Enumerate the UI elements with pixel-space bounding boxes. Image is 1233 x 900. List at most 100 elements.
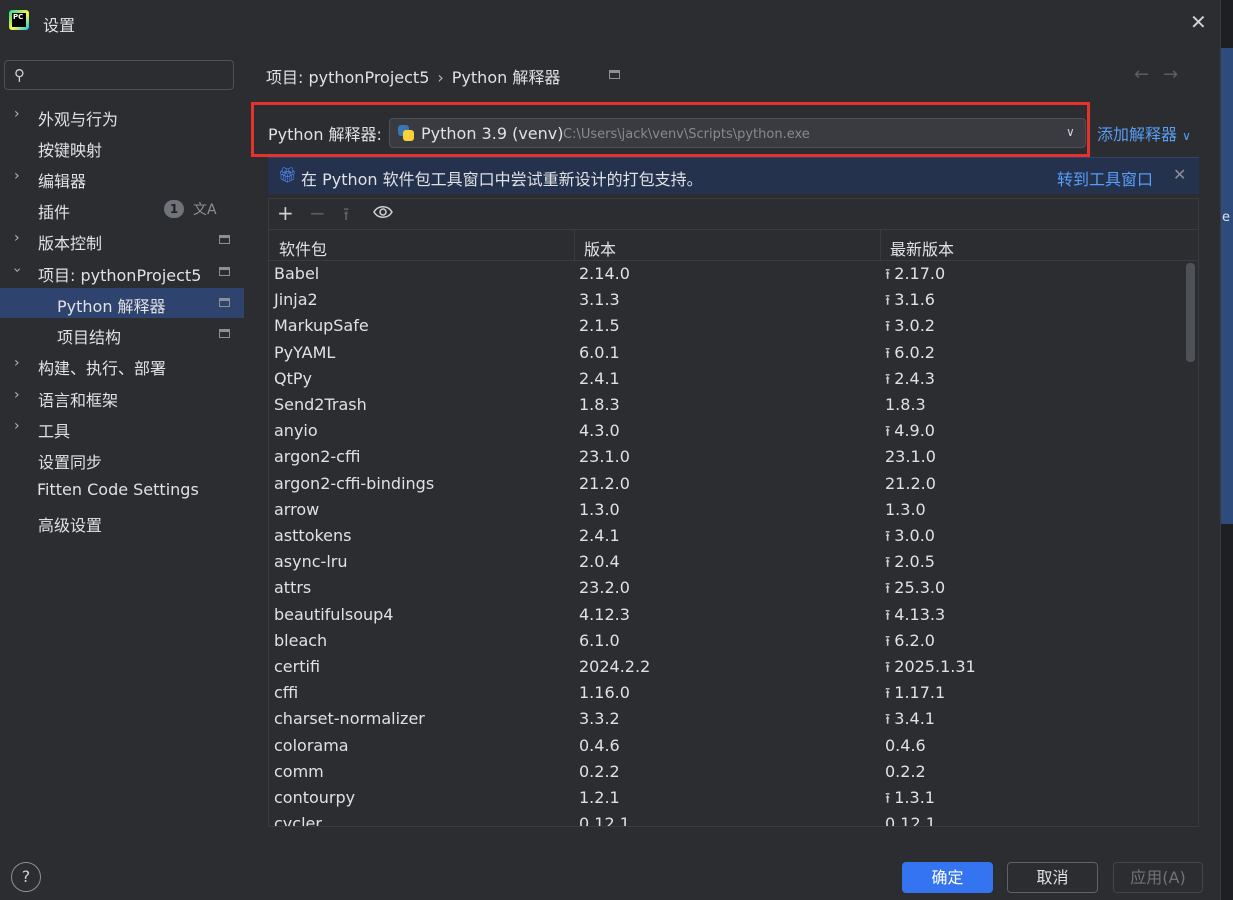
table-row[interactable]: anyio 4.3.0 ⭱ 4.9.0 bbox=[269, 418, 1184, 444]
table-row[interactable]: Jinja2 3.1.3 ⭱ 3.1.6 bbox=[269, 287, 1184, 313]
upgrade-available-icon[interactable]: ⭱ bbox=[885, 606, 890, 624]
package-latest-version: 1.8.3 bbox=[885, 395, 926, 414]
package-name: comm bbox=[274, 761, 324, 781]
remove-icon[interactable]: − bbox=[309, 201, 326, 225]
sidebar-item-project[interactable]: › 项目: pythonProject5 bbox=[0, 257, 244, 287]
table-row[interactable]: cycler 0.12.1 0.12.1 bbox=[269, 811, 1184, 826]
table-row[interactable]: Babel 2.14.0 ⭱ 2.17.0 bbox=[269, 261, 1184, 287]
upgrade-available-icon[interactable]: ⭱ bbox=[885, 344, 890, 362]
search-input[interactable] bbox=[39, 64, 229, 86]
latest-version-text: 0.2.2 bbox=[885, 761, 926, 781]
python-logo-icon bbox=[398, 125, 414, 141]
upgrade-available-icon[interactable]: ⭱ bbox=[885, 527, 890, 545]
forward-arrow-icon[interactable]: → bbox=[1163, 64, 1178, 85]
upgrade-available-icon[interactable]: ⭱ bbox=[885, 317, 890, 335]
breadcrumb-parent[interactable]: 项目: pythonProject5 bbox=[266, 68, 429, 87]
package-version: 1.2.1 bbox=[579, 788, 620, 807]
table-header: 软件包 版本 最新版本 bbox=[269, 230, 1198, 261]
sidebar-item-label: Fitten Code Settings bbox=[37, 480, 199, 499]
package-name: attrs bbox=[274, 578, 312, 598]
sidebar-item-languages[interactable]: › 语言和框架 bbox=[0, 382, 244, 412]
ok-button[interactable]: 确定 bbox=[902, 862, 993, 893]
table-row[interactable]: arrow 1.3.0 1.3.0 bbox=[269, 497, 1184, 523]
eye-icon[interactable] bbox=[373, 205, 393, 219]
sidebar-item-appearance[interactable]: › 外观与行为 bbox=[0, 101, 244, 131]
table-row[interactable]: argon2-cffi 23.1.0 23.1.0 bbox=[269, 444, 1184, 470]
package-name: bleach bbox=[274, 630, 328, 650]
upgrade-available-icon[interactable]: ⭱ bbox=[885, 658, 890, 676]
sidebar-item-label: 构建、执行、部署 bbox=[38, 359, 167, 378]
table-row[interactable]: async-lru 2.0.4 ⭱ 2.0.5 bbox=[269, 549, 1184, 575]
sidebar-item-label: 版本控制 bbox=[38, 234, 103, 253]
sidebar-item-tools[interactable]: › 工具 bbox=[0, 413, 244, 443]
cancel-button[interactable]: 取消 bbox=[1007, 862, 1098, 893]
sidebar-item-fitten-code[interactable]: Fitten Code Settings bbox=[0, 475, 244, 505]
interpreter-select[interactable]: Python 3.9 (venv) C:\Users\jack\venv\Scr… bbox=[389, 118, 1086, 148]
apply-button[interactable]: 应用(A) bbox=[1113, 862, 1203, 893]
sidebar-item-version-control[interactable]: › 版本控制 bbox=[0, 225, 244, 255]
package-name: Jinja2 bbox=[274, 290, 318, 310]
sidebar-item-project-structure[interactable]: 项目结构 bbox=[0, 319, 244, 349]
upgrade-available-icon[interactable]: ⭱ bbox=[885, 684, 890, 702]
sidebar-item-plugins[interactable]: 插件 1 文A bbox=[0, 194, 244, 224]
sidebar-item-editor[interactable]: › 编辑器 bbox=[0, 163, 244, 193]
go-to-tool-window-link[interactable]: 转到工具窗口 bbox=[1057, 166, 1153, 190]
package-latest-version: ⭱ 3.0.2 bbox=[885, 316, 935, 341]
plugins-count-badge: 1 bbox=[164, 200, 184, 218]
upgrade-available-icon[interactable]: ⭱ bbox=[885, 579, 890, 597]
banner-close-icon[interactable]: ✕ bbox=[1173, 165, 1186, 184]
sidebar-item-label: 语言和框架 bbox=[38, 391, 119, 410]
table-row[interactable]: argon2-cffi-bindings 21.2.0 21.2.0 bbox=[269, 471, 1184, 497]
upgrade-icon[interactable]: ⭱ bbox=[343, 202, 349, 232]
upgrade-available-icon[interactable]: ⭱ bbox=[885, 370, 890, 388]
table-row[interactable]: Send2Trash 1.8.3 1.8.3 bbox=[269, 392, 1184, 418]
back-arrow-icon[interactable]: ← bbox=[1134, 64, 1149, 85]
table-row[interactable]: beautifulsoup4 4.12.3 ⭱ 4.13.3 bbox=[269, 602, 1184, 628]
pycharm-logo-icon: PC bbox=[9, 10, 29, 30]
table-row[interactable]: colorama 0.4.6 0.4.6 bbox=[269, 733, 1184, 759]
package-name: QtPy bbox=[274, 368, 312, 388]
sidebar-item-keymap[interactable]: 按键映射 bbox=[0, 132, 244, 162]
table-row[interactable]: charset-normalizer 3.3.2 ⭱ 3.4.1 bbox=[269, 706, 1184, 732]
latest-version-text: 3.0.0 bbox=[894, 526, 935, 545]
table-row[interactable]: contourpy 1.2.1 ⭱ 1.3.1 bbox=[269, 785, 1184, 811]
sidebar-item-advanced[interactable]: 高级设置 bbox=[0, 507, 244, 537]
table-row[interactable]: cffi 1.16.0 ⭱ 1.17.1 bbox=[269, 680, 1184, 706]
sidebar-item-label: 工具 bbox=[38, 422, 71, 441]
table-row[interactable]: attrs 23.2.0 ⭱ 25.3.0 bbox=[269, 575, 1184, 601]
upgrade-available-icon[interactable]: ⭱ bbox=[885, 291, 890, 309]
upgrade-available-icon[interactable]: ⭱ bbox=[885, 789, 890, 807]
column-header-latest[interactable]: 最新版本 bbox=[890, 236, 954, 260]
latest-version-text: 2025.1.31 bbox=[894, 657, 976, 676]
upgrade-available-icon[interactable]: ⭱ bbox=[885, 422, 890, 440]
package-version: 6.0.1 bbox=[579, 342, 620, 362]
close-icon[interactable]: ✕ bbox=[1190, 10, 1207, 34]
table-row[interactable]: QtPy 2.4.1 ⭱ 2.4.3 bbox=[269, 366, 1184, 392]
upgrade-available-icon[interactable]: ⭱ bbox=[885, 265, 890, 283]
sidebar-item-label: 按键映射 bbox=[38, 141, 103, 160]
table-row[interactable]: bleach 6.1.0 ⭱ 6.2.0 bbox=[269, 628, 1184, 654]
table-scrollbar[interactable] bbox=[1186, 263, 1195, 362]
sidebar-item-build[interactable]: › 构建、执行、部署 bbox=[0, 350, 244, 380]
table-row[interactable]: PyYAML 6.0.1 ⭱ 6.0.2 bbox=[269, 340, 1184, 366]
settings-search[interactable]: ⚲ bbox=[4, 60, 234, 90]
latest-version-text: 1.8.3 bbox=[885, 395, 926, 414]
table-row[interactable]: comm 0.2.2 0.2.2 bbox=[269, 759, 1184, 785]
help-button[interactable]: ? bbox=[11, 862, 41, 892]
upgrade-available-icon[interactable]: ⭱ bbox=[885, 710, 890, 728]
breadcrumb-separator: › bbox=[437, 68, 444, 87]
add-icon[interactable]: + bbox=[277, 201, 294, 225]
add-interpreter-link[interactable]: 添加解释器 ∨ bbox=[1097, 121, 1191, 145]
upgrade-available-icon[interactable]: ⭱ bbox=[885, 553, 890, 571]
table-row[interactable]: certifi 2024.2.2 ⭱ 2025.1.31 bbox=[269, 654, 1184, 680]
upgrade-available-icon[interactable]: ⭱ bbox=[885, 632, 890, 650]
table-row[interactable]: MarkupSafe 2.1.5 ⭱ 3.0.2 bbox=[269, 313, 1184, 339]
column-header-version[interactable]: 版本 bbox=[584, 236, 616, 260]
latest-version-text: 6.2.0 bbox=[894, 630, 935, 650]
latest-version-text: 25.3.0 bbox=[894, 578, 946, 598]
table-row[interactable]: asttokens 2.4.1 ⭱ 3.0.0 bbox=[269, 523, 1184, 549]
latest-version-text: 4.13.3 bbox=[894, 604, 946, 624]
column-header-package[interactable]: 软件包 bbox=[279, 236, 327, 260]
sidebar-item-settings-sync[interactable]: 设置同步 bbox=[0, 444, 244, 474]
sidebar-item-python-interpreter[interactable]: Python 解释器 bbox=[0, 288, 244, 318]
